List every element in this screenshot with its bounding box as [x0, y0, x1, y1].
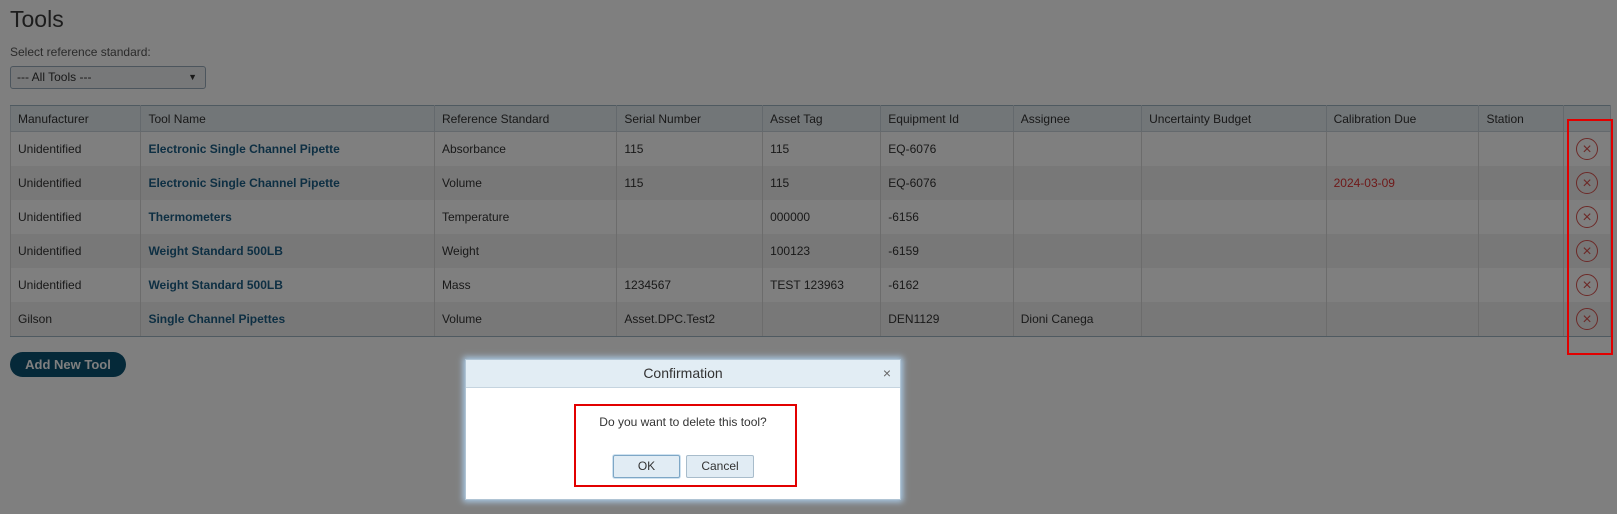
- highlight-box-delete-column: [1567, 119, 1613, 355]
- close-icon[interactable]: ×: [883, 365, 891, 381]
- dialog-title: Confirmation: [643, 365, 723, 381]
- highlight-box-dialog: [574, 404, 797, 487]
- dialog-header: Confirmation ×: [466, 360, 900, 388]
